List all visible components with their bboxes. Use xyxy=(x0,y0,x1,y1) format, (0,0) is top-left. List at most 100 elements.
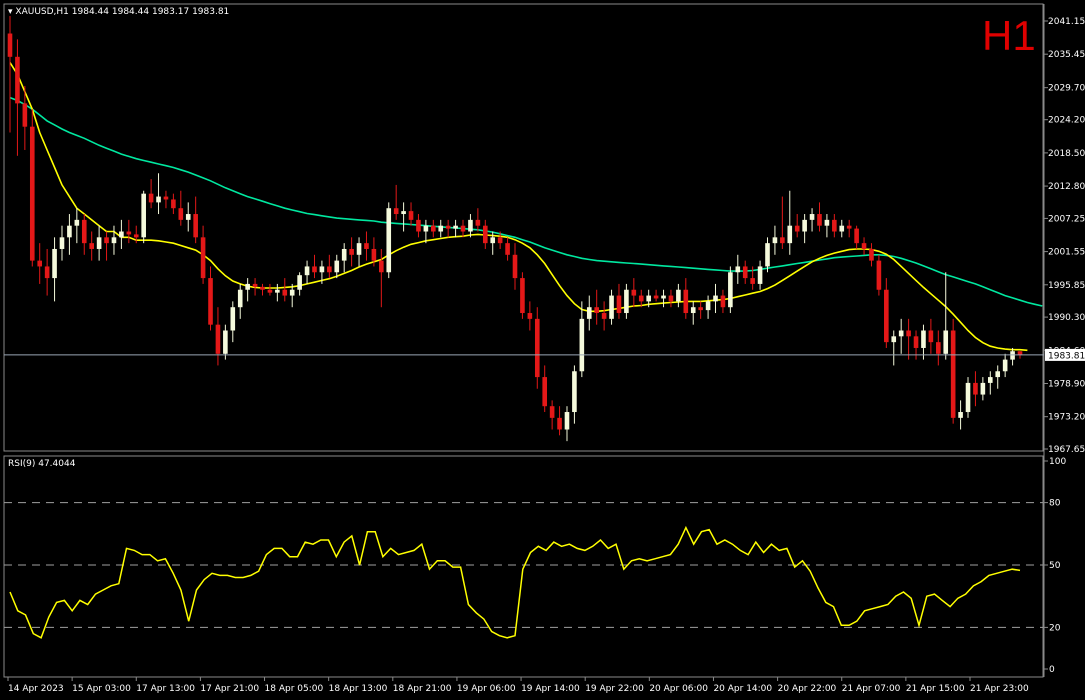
time-tick-label: 19 Apr 06:00 xyxy=(457,684,516,694)
close-value: 1983.81 xyxy=(192,7,230,17)
symbol-label: XAUUSD,H1 xyxy=(15,7,69,17)
time-tick-label: 20 Apr 22:00 xyxy=(778,684,837,694)
candle-body xyxy=(557,417,562,430)
candle-body xyxy=(817,214,822,226)
candle-body xyxy=(690,307,696,314)
time-tick-label: 18 Apr 13:00 xyxy=(329,684,388,694)
candle-body xyxy=(497,237,503,244)
candle-body xyxy=(230,307,236,331)
candle-body xyxy=(631,289,637,296)
candle-body xyxy=(876,260,882,290)
candle-body xyxy=(987,377,993,383)
candle-body xyxy=(15,56,20,104)
chart-header[interactable]: ▾ XAUUSD,H1 1984.44 1984.44 1983.17 1983… xyxy=(8,7,229,17)
candle-body xyxy=(193,214,198,238)
candle-body xyxy=(973,382,978,395)
time-tick-label: 19 Apr 22:00 xyxy=(585,684,644,694)
candle-body xyxy=(1010,351,1015,360)
candle-body xyxy=(802,219,807,232)
candle-body xyxy=(356,243,362,255)
candle-body xyxy=(787,225,793,244)
candle-body xyxy=(854,228,859,244)
candle-body xyxy=(260,286,265,290)
time-tick-label: 18 Apr 21:00 xyxy=(393,684,452,694)
candle-body xyxy=(891,336,897,343)
candle-body xyxy=(772,237,778,244)
candle-body xyxy=(572,371,577,413)
candle-body xyxy=(289,289,295,296)
candle-body xyxy=(81,219,87,244)
candle-body xyxy=(171,199,176,209)
time-tick-label: 15 Apr 03:00 xyxy=(72,684,131,694)
candle-body xyxy=(364,243,369,249)
low-value: 1983.17 xyxy=(151,7,190,17)
candle-body xyxy=(564,412,570,430)
candle-body xyxy=(720,295,726,308)
time-tick-label: 17 Apr 21:00 xyxy=(200,684,259,694)
price-tick-label: 2018.50 xyxy=(1048,149,1085,159)
candle-body xyxy=(965,382,971,413)
candle-body xyxy=(460,225,466,232)
candle-body xyxy=(401,211,406,215)
candle-body xyxy=(757,266,763,284)
candle-body xyxy=(304,266,310,276)
open-value: 1984.44 xyxy=(71,7,109,17)
candle-body xyxy=(898,330,904,337)
candle-body xyxy=(735,266,741,273)
price-tick-label: 2029.70 xyxy=(1048,84,1085,94)
time-tick-label: 14 Apr 2023 xyxy=(8,684,64,694)
time-tick-label: 17 Apr 13:00 xyxy=(136,684,195,694)
price-tick-label: 1990.30 xyxy=(1048,313,1085,323)
candle-body xyxy=(29,126,35,261)
candle-body xyxy=(341,248,347,261)
candle-body xyxy=(208,278,213,325)
candle-body xyxy=(282,289,288,296)
candle-body xyxy=(126,231,132,235)
rsi-tick-label: 80 xyxy=(1049,499,1061,509)
candle-body xyxy=(252,283,258,287)
rsi-tick-label: 20 xyxy=(1049,623,1061,633)
candle-body xyxy=(379,260,384,273)
candle-body xyxy=(839,225,845,232)
candle-body xyxy=(950,330,956,418)
price-panel-frame xyxy=(3,3,1044,452)
candle-body xyxy=(156,196,161,203)
candle-body xyxy=(653,295,659,299)
time-tick-label: 18 Apr 05:00 xyxy=(265,684,324,694)
candle-body xyxy=(408,211,414,220)
candle-body xyxy=(334,260,340,273)
candle-body xyxy=(832,219,837,232)
price-tick-label: 2001.55 xyxy=(1048,248,1085,258)
price-tick-label: 2012.80 xyxy=(1048,182,1085,192)
candle-body xyxy=(490,237,496,244)
candle-body xyxy=(906,330,911,337)
candle-body xyxy=(549,406,555,418)
candle-body xyxy=(297,275,302,290)
candle-body xyxy=(713,295,718,302)
candle-body xyxy=(349,248,354,255)
price-tick-label: 1978.90 xyxy=(1048,379,1085,389)
candle-body xyxy=(22,103,28,127)
candle-body xyxy=(1002,359,1008,372)
candle-body xyxy=(750,278,755,284)
candle-body xyxy=(646,295,651,302)
candle-body xyxy=(869,248,874,261)
time-tick-label: 20 Apr 14:00 xyxy=(713,684,772,694)
candle-body xyxy=(141,193,146,238)
candle-body xyxy=(133,234,139,238)
candle-body xyxy=(958,412,963,418)
candle-body xyxy=(148,193,154,203)
candle-body xyxy=(661,295,666,299)
candle-body xyxy=(44,266,50,279)
dropdown-arrow-icon[interactable]: ▾ xyxy=(8,7,13,17)
current-price-label: 1983.81 xyxy=(1048,351,1085,361)
candle-body xyxy=(601,313,607,319)
candle-body xyxy=(609,295,614,319)
trading-chart-canvas[interactable]: 2041.15 2035.45 2029.70 2024.20 2018.50 2012.… xyxy=(0,0,1085,700)
rsi-tick-label: 50 xyxy=(1049,561,1061,571)
candle-body xyxy=(512,254,518,279)
candle-body xyxy=(921,330,926,348)
candle-body xyxy=(780,237,785,244)
candle-body xyxy=(527,313,533,319)
rsi-tick-label: 100 xyxy=(1049,457,1066,467)
